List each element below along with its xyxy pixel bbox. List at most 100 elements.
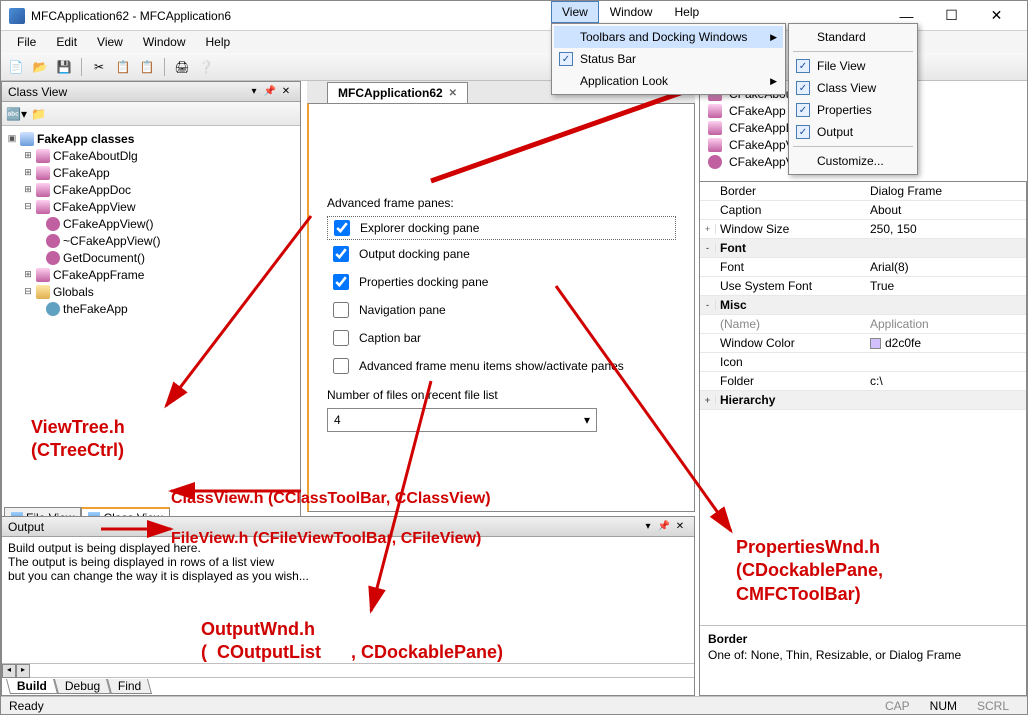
print-button[interactable]: 🖨: [171, 56, 193, 78]
submenu-standard[interactable]: Standard: [791, 26, 915, 48]
status-ready: Ready: [9, 699, 44, 713]
checkbox[interactable]: [333, 274, 349, 290]
option-caption-bar[interactable]: Caption bar: [327, 324, 676, 352]
new-button[interactable]: 📄: [5, 56, 27, 78]
prop-category[interactable]: -Misc: [700, 296, 1026, 315]
menu-window-top[interactable]: Window: [599, 1, 664, 23]
checkbox[interactable]: [333, 302, 349, 318]
tree-method[interactable]: CFakeAppView(): [63, 217, 153, 231]
checkbox[interactable]: [333, 358, 349, 374]
tree-method[interactable]: GetDocument(): [63, 251, 145, 265]
submenu-output[interactable]: ✓Output: [791, 121, 915, 143]
submenu-properties[interactable]: ✓Properties: [791, 99, 915, 121]
prop-row[interactable]: FontArial(8): [700, 258, 1026, 277]
menu-view-open[interactable]: View: [551, 1, 599, 23]
option-label: Advanced frame menu items show/activate …: [359, 359, 624, 373]
status-num: NUM: [920, 699, 967, 713]
paste-button[interactable]: 📋: [136, 56, 158, 78]
menu-toolbars[interactable]: Toolbars and Docking Windows ▶: [554, 26, 783, 48]
option-advanced-frame-menu-items-show-activate-panes[interactable]: Advanced frame menu items show/activate …: [327, 352, 676, 380]
option-navigation-pane[interactable]: Navigation pane: [327, 296, 676, 324]
prop-category[interactable]: -Font: [700, 239, 1026, 258]
tree-variable[interactable]: theFakeApp: [63, 302, 128, 316]
recent-files-combo[interactable]: 4 ▾: [327, 408, 597, 432]
close-button[interactable]: ✕: [974, 1, 1019, 31]
prop-row[interactable]: Window Colord2c0fe: [700, 334, 1026, 353]
submenu-arrow-icon: ▶: [770, 32, 777, 43]
prop-category[interactable]: +Hierarchy: [700, 391, 1026, 410]
close-icon[interactable]: ✕: [672, 521, 688, 532]
tree-class[interactable]: CFakeAppDoc: [53, 183, 131, 197]
menu-help[interactable]: Help: [198, 33, 239, 51]
tree-class[interactable]: CFakeAboutDlg: [53, 149, 138, 163]
menu-view[interactable]: View: [89, 33, 131, 51]
new-folder-icon[interactable]: 📁: [31, 107, 46, 121]
tree-root[interactable]: FakeApp classes: [37, 132, 134, 146]
check-icon: ✓: [559, 52, 573, 66]
prop-row[interactable]: Use System FontTrue: [700, 277, 1026, 296]
prop-row[interactable]: CaptionAbout: [700, 201, 1026, 220]
cut-button[interactable]: ✂: [88, 56, 110, 78]
combo-value: 4: [334, 413, 341, 427]
prop-row[interactable]: +Window Size250, 150: [700, 220, 1026, 239]
option-output-docking-pane[interactable]: Output docking pane: [327, 240, 676, 268]
pane-menu-icon[interactable]: ▾: [640, 521, 656, 532]
save-button[interactable]: 💾: [53, 56, 75, 78]
recent-files-label: Number of files on recent file list: [327, 388, 676, 402]
tree-class[interactable]: CFakeApp: [53, 166, 110, 180]
output-scrollbar[interactable]: ◂ ▸: [2, 663, 694, 677]
checkbox[interactable]: [333, 330, 349, 346]
wizard-page: Advanced frame panes: Explorer docking p…: [307, 103, 695, 512]
tree-class[interactable]: CFakeAppView: [53, 200, 136, 214]
class-view-title: Class View ▾ 📌 ✕: [2, 82, 300, 102]
submenu-classview[interactable]: ✓Class View: [791, 77, 915, 99]
output-tab-build[interactable]: Build: [6, 679, 58, 694]
menu-statusbar[interactable]: ✓ Status Bar: [554, 48, 783, 70]
view-menu-dropdown: Toolbars and Docking Windows ▶ ✓ Status …: [551, 23, 786, 95]
menu-applook[interactable]: Application Look ▶: [554, 70, 783, 92]
tree-class[interactable]: CFakeAppFrame: [53, 268, 144, 282]
doc-tab-active[interactable]: MFCApplication62 ✕: [327, 82, 468, 103]
menu-window[interactable]: Window: [135, 33, 194, 51]
pin-icon[interactable]: 📌: [262, 86, 278, 97]
close-icon[interactable]: ✕: [278, 86, 294, 97]
output-line: The output is being displayed in rows of…: [8, 555, 688, 569]
help-button[interactable]: ❔: [195, 56, 217, 78]
prop-row[interactable]: Icon: [700, 353, 1026, 372]
scroll-left-icon[interactable]: ◂: [2, 664, 16, 678]
status-bar: Ready CAP NUM SCRL: [1, 696, 1027, 714]
scroll-right-icon[interactable]: ▸: [16, 664, 30, 678]
check-icon: ✓: [796, 59, 810, 73]
check-icon: ✓: [796, 103, 810, 117]
maximize-button[interactable]: ☐: [929, 1, 974, 31]
open-button[interactable]: 📂: [29, 56, 51, 78]
prop-row[interactable]: (Name)Application: [700, 315, 1026, 334]
output-tabs: Build Debug Find: [2, 677, 694, 695]
sort-icon[interactable]: 🔤▾: [6, 107, 27, 121]
class-tree[interactable]: ▣FakeApp classes ⊞CFakeAboutDlg ⊞CFakeAp…: [2, 126, 300, 321]
submenu-fileview[interactable]: ✓File View: [791, 55, 915, 77]
active-menubar-overlay: View Window Help: [551, 1, 710, 23]
menu-file[interactable]: File: [9, 33, 44, 51]
close-tab-icon[interactable]: ✕: [449, 88, 457, 99]
menu-edit[interactable]: Edit: [48, 33, 85, 51]
output-tab-debug[interactable]: Debug: [54, 679, 111, 694]
checkbox[interactable]: [334, 220, 350, 236]
prop-row[interactable]: Folderc:\: [700, 372, 1026, 391]
output-body[interactable]: Build output is being displayed here. Th…: [2, 537, 694, 663]
copy-button[interactable]: 📋: [112, 56, 134, 78]
menu-help-top[interactable]: Help: [663, 1, 710, 23]
status-cap: CAP: [875, 699, 920, 713]
checkbox[interactable]: [333, 246, 349, 262]
pin-icon[interactable]: 📌: [656, 521, 672, 532]
option-explorer-docking-pane[interactable]: Explorer docking pane: [327, 216, 676, 240]
output-tab-find[interactable]: Find: [107, 679, 152, 694]
tree-folder[interactable]: Globals: [53, 285, 94, 299]
prop-row[interactable]: BorderDialog Frame: [700, 182, 1026, 201]
property-grid[interactable]: BorderDialog FrameCaptionAbout+Window Si…: [700, 182, 1026, 410]
tree-method[interactable]: ~CFakeAppView(): [63, 234, 161, 248]
list-item[interactable]: CFakeApp: [729, 104, 786, 118]
option-properties-docking-pane[interactable]: Properties docking pane: [327, 268, 676, 296]
submenu-customize[interactable]: Customize...: [791, 150, 915, 172]
pane-menu-icon[interactable]: ▾: [246, 86, 262, 97]
